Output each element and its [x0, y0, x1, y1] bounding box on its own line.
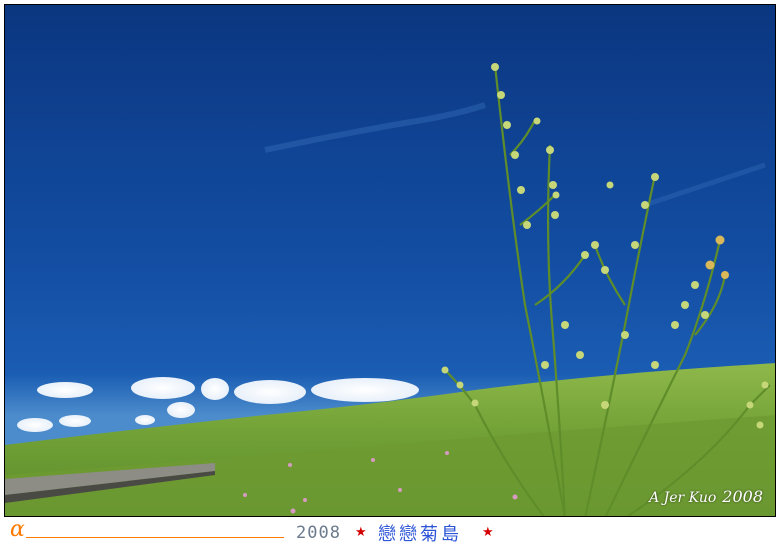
star-icon: ★	[355, 525, 367, 540]
photographer-signature: A Jer Kuo 2008	[649, 487, 763, 506]
caption-title: 戀戀菊島	[378, 524, 462, 545]
photo-frame: A Jer Kuo 2008	[4, 4, 776, 517]
signature-name: A Jer Kuo	[649, 490, 717, 506]
landscape-photo	[5, 5, 775, 516]
signature-year: 2008	[722, 487, 763, 506]
caption-year: 2008	[296, 523, 341, 543]
star-icon: ★	[482, 525, 494, 540]
caption-bar: α 2008 ★ 戀戀菊島 ★	[0, 517, 780, 548]
orange-rule	[26, 537, 284, 538]
alpha-logo: α	[10, 517, 25, 542]
